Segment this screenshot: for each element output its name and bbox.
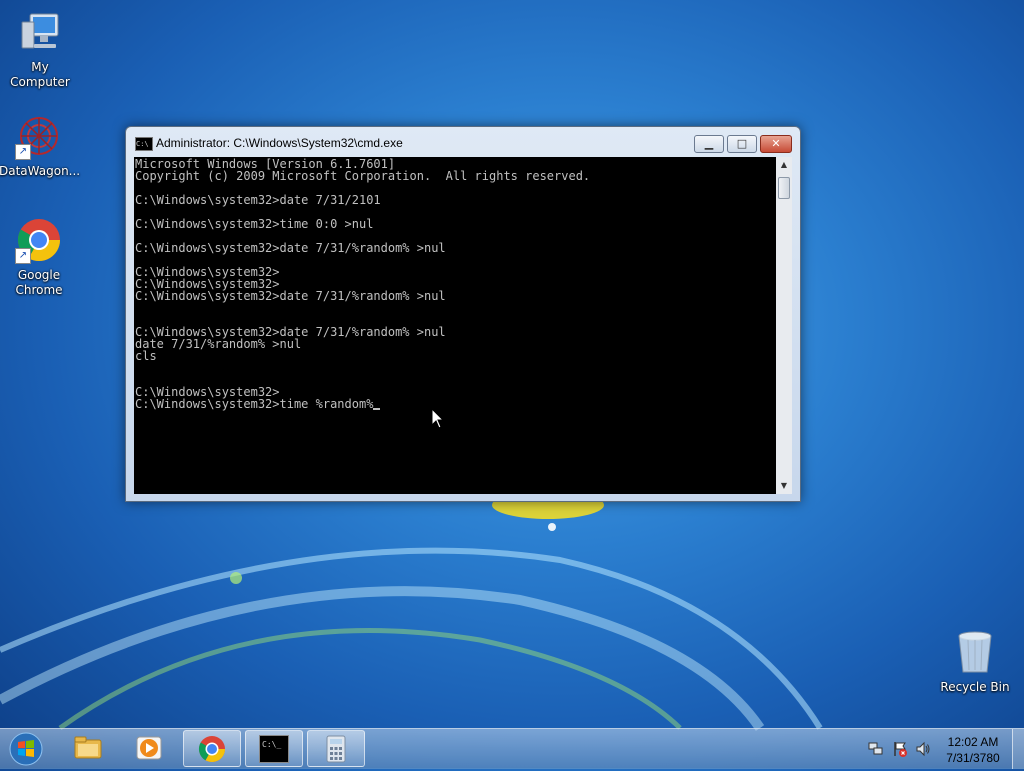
- media-player-icon: [136, 736, 162, 760]
- chrome-icon: [198, 736, 226, 763]
- desktop-icon-label: My Computer: [10, 60, 70, 89]
- console-area[interactable]: Microsoft Windows [Version 6.1.7601] Cop…: [134, 157, 776, 494]
- network-icon[interactable]: [868, 741, 884, 757]
- taskbar-item-chrome[interactable]: [183, 730, 241, 767]
- mouse-pointer-icon: [431, 408, 445, 429]
- taskbar-item-media-player[interactable]: [121, 730, 179, 767]
- recycle-bin-icon: [951, 628, 999, 676]
- taskbar-item-explorer[interactable]: [60, 730, 118, 767]
- clock-date: 7/31/3780: [946, 751, 1000, 765]
- scrollbar-thumb[interactable]: [778, 177, 790, 199]
- console-line: C:\Windows\system32>date 7/31/%random% >…: [135, 241, 446, 255]
- action-center-flag-icon[interactable]: [892, 741, 908, 757]
- windows-logo-icon: [9, 732, 43, 766]
- shortcut-arrow-icon: ↗: [15, 144, 31, 160]
- show-desktop-button[interactable]: [1012, 729, 1024, 769]
- vertical-scrollbar[interactable]: ▲ ▼: [776, 157, 792, 494]
- taskbar-clock[interactable]: 12:02 AM 7/31/3780: [940, 734, 1006, 766]
- console-line: C:\Windows\system32>time %random%: [135, 397, 374, 411]
- console-line: cls: [135, 349, 157, 363]
- scroll-up-arrow-icon[interactable]: ▲: [776, 157, 792, 173]
- console-line: Copyright (c) 2009 Microsoft Corporation…: [135, 169, 591, 183]
- start-button[interactable]: [4, 731, 48, 767]
- console-line: C:\Windows\system32>time 0:0 >nul: [135, 217, 374, 231]
- maximize-button[interactable]: □: [727, 135, 757, 153]
- scroll-down-arrow-icon[interactable]: ▼: [776, 478, 792, 494]
- console-line: C:\Windows\system32>date 7/31/%random% >…: [135, 289, 446, 303]
- datawagon-icon: ↗: [15, 112, 63, 160]
- taskbar-item-calculator[interactable]: [307, 730, 365, 767]
- desktop-icon-my-computer[interactable]: My Computer: [0, 8, 80, 90]
- volume-icon[interactable]: [915, 741, 931, 757]
- desktop-icon-datawagon[interactable]: ↗ DataWagon...: [0, 112, 81, 179]
- desktop-icon-google-chrome[interactable]: ↗ Google Chrome: [0, 216, 79, 298]
- taskbar: C:\_ 12:02 AM 7/31/3780: [0, 728, 1024, 769]
- shortcut-arrow-icon: ↗: [15, 248, 31, 264]
- minimize-button[interactable]: ▁: [694, 135, 724, 153]
- window-title: Administrator: C:\Windows\System32\cmd.e…: [156, 136, 403, 150]
- taskbar-item-cmd[interactable]: C:\_: [245, 730, 303, 767]
- cmd-window-icon: C:\: [135, 137, 153, 151]
- desktop-icon-recycle-bin[interactable]: Recycle Bin: [935, 628, 1015, 695]
- cmd-titlebar[interactable]: C:\ Administrator: C:\Windows\System32\c…: [126, 127, 800, 157]
- desktop-icon-label: Google Chrome: [15, 268, 63, 297]
- command-prompt-icon: C:\_: [259, 735, 289, 763]
- console-line: date 7/31/%random% >nul: [135, 337, 302, 351]
- computer-icon: [16, 8, 64, 56]
- desktop-icon-label: DataWagon...: [0, 164, 81, 178]
- desktop-icon-label: Recycle Bin: [940, 680, 1010, 694]
- calculator-icon: [326, 735, 346, 763]
- cmd-icon-text: C:\_: [262, 740, 282, 749]
- folder-icon: [74, 736, 102, 759]
- text-cursor: [373, 408, 381, 410]
- chrome-icon: ↗: [15, 216, 63, 264]
- cmd-window[interactable]: C:\ Administrator: C:\Windows\System32\c…: [125, 126, 801, 502]
- console-output: Microsoft Windows [Version 6.1.7601] Cop…: [134, 157, 776, 410]
- clock-time: 12:02 AM: [947, 735, 999, 749]
- console-line: C:\Windows\system32>date 7/31/2101: [135, 193, 381, 207]
- close-button[interactable]: ✕: [760, 135, 792, 153]
